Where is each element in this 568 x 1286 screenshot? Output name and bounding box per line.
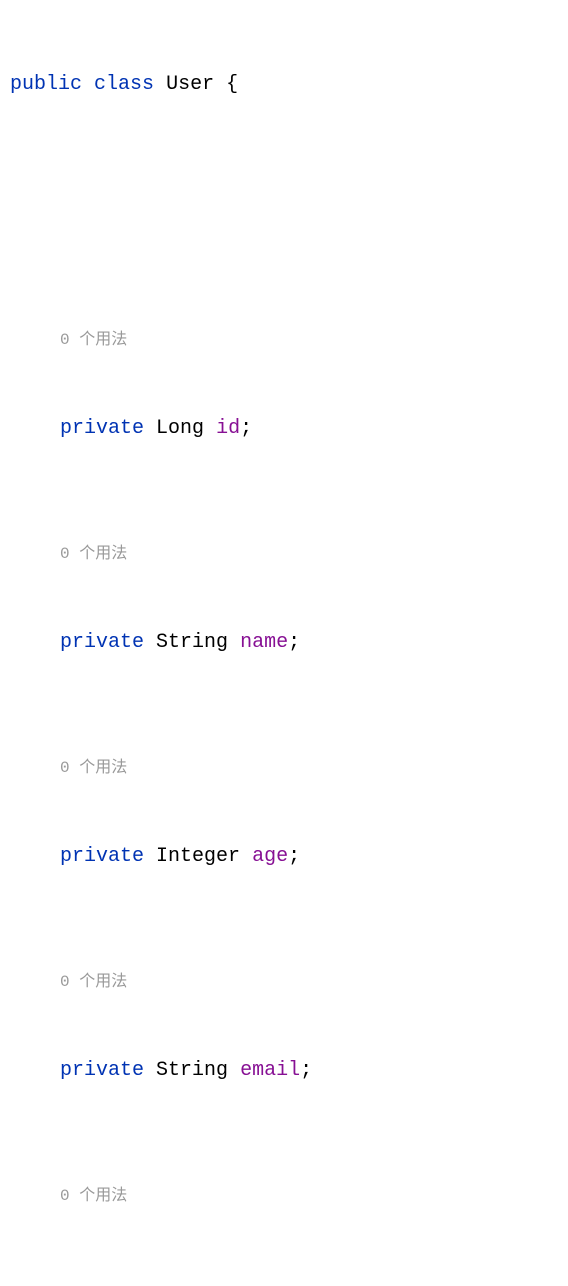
field-declaration-line[interactable]: private String name; [10,628,558,658]
semicolon: ; [288,628,300,658]
space [228,1056,240,1086]
usage-hint: 0 个用法 [60,542,127,566]
usage-hint: 0 个用法 [60,970,127,994]
semicolon: ; [240,414,252,444]
space [144,414,156,444]
field-name: id [216,414,240,444]
keyword-class: class [94,70,154,100]
keyword-private: private [60,842,144,872]
field-name: email [240,1056,300,1086]
usage-hint-line[interactable]: 0 个用法 [10,962,558,996]
field-name: age [252,842,288,872]
space [204,414,216,444]
keyword-private: private [60,414,144,444]
usage-hint-line[interactable]: 0 个用法 [10,1176,558,1210]
field-declaration-line[interactable]: private Long id; [10,414,558,444]
usage-hint-line[interactable]: 0 个用法 [10,748,558,782]
keyword-private: private [60,628,144,658]
space [154,70,166,100]
field-name: name [240,628,288,658]
open-brace: { [214,70,238,100]
space [82,70,94,100]
space [144,628,156,658]
field-type: String [156,628,228,658]
usage-hint-line[interactable]: 0 个用法 [10,534,558,568]
field-declaration-line[interactable]: private String email; [10,1056,558,1086]
usage-hint: 0 个用法 [60,328,127,352]
usage-hint: 0 个用法 [60,756,127,780]
field-type: String [156,1056,228,1086]
keyword-private: private [60,1056,144,1086]
field-type: Long [156,414,204,444]
usage-hint-line[interactable]: 0 个用法 [10,320,558,354]
class-declaration-line[interactable]: public class User { [10,70,558,100]
space [144,842,156,872]
keyword-public: public [10,70,82,100]
field-declaration-line[interactable]: private Integer age; [10,842,558,872]
semicolon: ; [288,842,300,872]
class-name: User [166,70,214,100]
space [240,842,252,872]
space [144,1056,156,1086]
field-type: Integer [156,842,240,872]
semicolon: ; [300,1056,312,1086]
usage-hint: 0 个用法 [60,1184,127,1208]
space [228,628,240,658]
code-block: public class User { 0 个用法 private Long i… [10,10,558,1286]
